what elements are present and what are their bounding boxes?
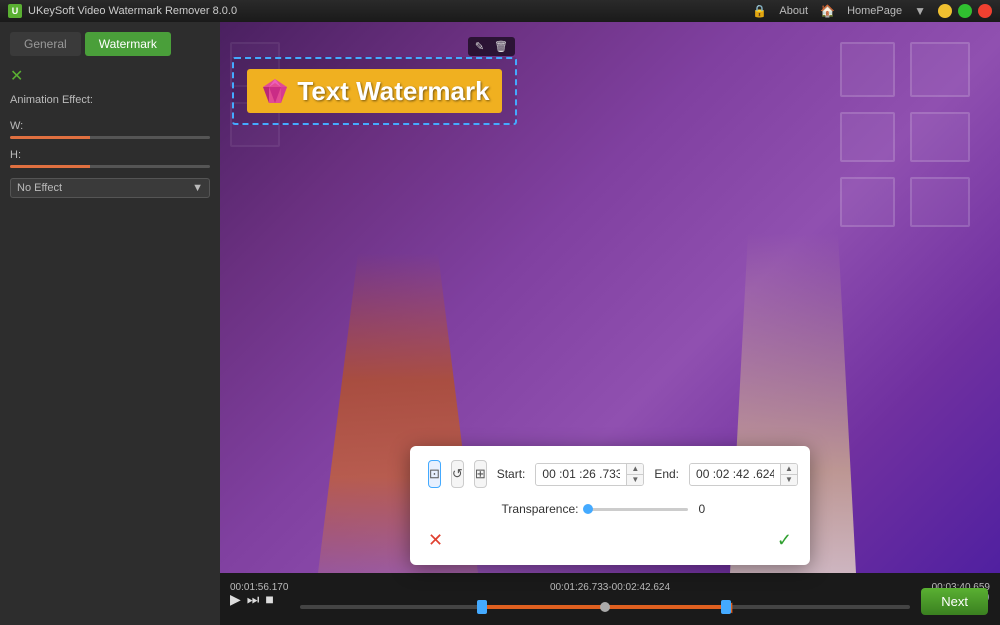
wall-rect-3 bbox=[910, 112, 970, 162]
maximize-button[interactable] bbox=[958, 4, 972, 18]
app-logo: U bbox=[8, 4, 22, 18]
end-time-input[interactable]: ▲ ▼ bbox=[689, 463, 798, 486]
popup-confirm-button[interactable]: ✓ bbox=[777, 530, 792, 551]
popup-grid-button[interactable]: ⊞ bbox=[474, 460, 487, 488]
h-label: H: bbox=[10, 149, 210, 161]
tab-general[interactable]: General bbox=[10, 32, 81, 56]
watermark-text: Text Watermark bbox=[297, 76, 489, 107]
watermark-edit-button[interactable]: ✎ bbox=[472, 39, 487, 54]
sidebar-close-row: ✕ bbox=[10, 66, 210, 86]
watermark-toolbar: ✎ 🗑 bbox=[468, 37, 515, 56]
timeline[interactable]: ▶ ◀ bbox=[300, 597, 910, 617]
playback-controls: ▶ ⏭ ■ bbox=[230, 592, 274, 606]
transparency-value: 0 bbox=[698, 502, 718, 516]
h-field: H: bbox=[10, 149, 210, 168]
titlebar: U UKeySoft Video Watermark Remover 8.0.0… bbox=[0, 0, 1000, 22]
stop-button[interactable]: ■ bbox=[265, 592, 273, 606]
wall-rect-2 bbox=[840, 42, 895, 97]
minimize-button[interactable] bbox=[938, 4, 952, 18]
close-button[interactable] bbox=[978, 4, 992, 18]
titlebar-nav: 🔒 About 🏠 HomePage ▼ bbox=[752, 4, 926, 18]
start-time-value[interactable] bbox=[536, 464, 626, 484]
step-button[interactable]: ⏭ bbox=[247, 592, 260, 606]
wall-rect-6 bbox=[840, 177, 895, 227]
end-time-up[interactable]: ▲ bbox=[781, 464, 797, 475]
end-time-down[interactable]: ▼ bbox=[781, 475, 797, 485]
start-time-input[interactable]: ▲ ▼ bbox=[535, 463, 644, 486]
tab-watermark[interactable]: Watermark bbox=[85, 32, 171, 56]
transparency-label: Transparence: bbox=[502, 502, 579, 516]
timeline-playhead[interactable] bbox=[600, 602, 610, 612]
main-container: General Watermark ✕ Animation Effect: W:… bbox=[0, 22, 1000, 625]
w-field: W: bbox=[10, 120, 210, 139]
animation-label: Animation Effect: bbox=[10, 94, 210, 106]
end-label: End: bbox=[654, 467, 679, 481]
popup-overlay: ⊡ ↺ ⊞ Start: ▲ ▼ End: bbox=[410, 446, 810, 565]
start-time-down[interactable]: ▼ bbox=[627, 475, 643, 485]
transparency-handle[interactable] bbox=[583, 504, 593, 514]
no-effect-select[interactable]: No Effect ▼ bbox=[10, 178, 210, 198]
watermark-overlay[interactable]: ✎ 🗑 Text Watermark bbox=[232, 57, 517, 125]
wall-rect-4 bbox=[840, 112, 895, 162]
watermark-delete-button[interactable]: 🗑 bbox=[491, 39, 511, 54]
timeline-handle-right[interactable] bbox=[721, 600, 731, 614]
controls-bar: 00:01:56.170 00:01:26.733-00:02:42.624 0… bbox=[220, 573, 1000, 625]
end-time-value[interactable] bbox=[690, 464, 780, 484]
next-button[interactable]: Next bbox=[921, 588, 988, 615]
end-time-spinners: ▲ ▼ bbox=[780, 464, 797, 485]
about-link[interactable]: About bbox=[779, 5, 808, 17]
w-label: W: bbox=[10, 120, 210, 132]
time-labels: 00:01:56.170 00:01:26.733-00:02:42.624 0… bbox=[230, 582, 990, 593]
w-slider-row bbox=[10, 136, 210, 139]
transparency-slider[interactable] bbox=[588, 508, 688, 511]
timeline-handle-left[interactable] bbox=[477, 600, 487, 614]
transparency-row: Transparence: 0 bbox=[428, 502, 792, 516]
h-slider-row bbox=[10, 165, 210, 168]
sidebar-tabs: General Watermark bbox=[10, 32, 210, 56]
wall-rect-1 bbox=[910, 42, 970, 97]
popup-refresh-button[interactable]: ↺ bbox=[451, 460, 464, 488]
popup-cancel-button[interactable]: ✕ bbox=[428, 530, 443, 551]
start-time-up[interactable]: ▲ bbox=[627, 464, 643, 475]
start-time-spinners: ▲ ▼ bbox=[626, 464, 643, 485]
watermark-text-display: Text Watermark bbox=[247, 69, 501, 113]
animation-field: Animation Effect: bbox=[10, 94, 210, 110]
popup-filter-button[interactable]: ⊡ bbox=[428, 460, 441, 488]
watermark-gem-icon bbox=[259, 75, 291, 107]
h-slider[interactable] bbox=[10, 165, 210, 168]
timeline-track: ▶ ◀ bbox=[300, 605, 910, 609]
popup-toolbar: ⊡ ↺ ⊞ Start: ▲ ▼ End: bbox=[428, 460, 792, 488]
window-controls bbox=[938, 4, 992, 18]
play-button[interactable]: ▶ bbox=[230, 592, 241, 606]
w-slider[interactable] bbox=[10, 136, 210, 139]
sidebar-close-button[interactable]: ✕ bbox=[10, 66, 23, 86]
popup-time-row: Start: ▲ ▼ End: ▲ ▼ bbox=[497, 463, 798, 486]
app-title: UKeySoft Video Watermark Remover 8.0.0 bbox=[28, 5, 752, 17]
popup-footer: ✕ ✓ bbox=[428, 530, 792, 551]
time-range: 00:01:26.733-00:02:42.624 bbox=[550, 582, 670, 593]
sidebar: General Watermark ✕ Animation Effect: W:… bbox=[0, 22, 220, 625]
no-effect-field: No Effect ▼ bbox=[10, 178, 210, 198]
video-area: ✎ 🗑 Text Watermark bbox=[220, 22, 1000, 625]
wall-rect-5 bbox=[910, 177, 970, 227]
homepage-link[interactable]: HomePage bbox=[847, 5, 902, 17]
start-label: Start: bbox=[497, 467, 526, 481]
